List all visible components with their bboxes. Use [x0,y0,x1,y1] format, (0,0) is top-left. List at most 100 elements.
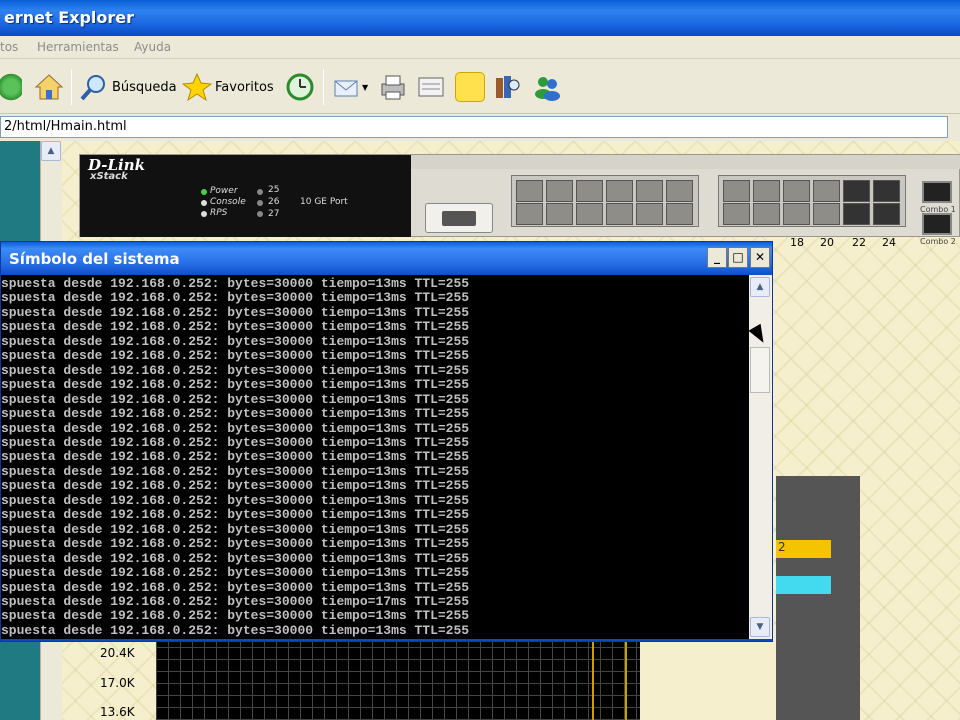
y-tick-label: 13.6K [100,705,135,719]
combo-port-2[interactable] [922,213,952,235]
chevron-down-icon: ▼ [362,82,369,92]
edit-icon [416,72,446,102]
refresh-icon [0,72,22,102]
refresh-button[interactable] [0,67,22,107]
cmd-line: spuesta desde 192.168.0.252: bytes=30000… [1,333,470,349]
port[interactable] [813,180,840,202]
scroll-thumb[interactable] [750,347,770,393]
mail-button[interactable]: ▼ [332,67,368,107]
menu-item-ayuda[interactable]: Ayuda [134,40,171,54]
cmd-line: spuesta desde 192.168.0.252: bytes=30000… [1,608,470,624]
cmd-line: spuesta desde 192.168.0.252: bytes=30000… [1,377,470,393]
cmd-line: spuesta desde 192.168.0.252: bytes=30000… [1,463,470,479]
port-group-1 [511,175,699,227]
star-icon [181,72,213,102]
console-port[interactable] [425,203,493,233]
cmd-output[interactable]: spuesta desde 192.168.0.252: bytes=30000… [1,275,749,639]
note-icon [455,72,485,102]
cmd-line: spuesta desde 192.168.0.252: bytes=30000… [1,478,470,494]
cmd-line: spuesta desde 192.168.0.252: bytes=30000… [1,348,470,364]
ie-title: ernet Explorer [4,8,135,27]
cmd-line: spuesta desde 192.168.0.252: bytes=30000… [1,622,470,638]
toolbar: Búsqueda Favoritos ▼ [0,59,960,114]
minimize-button[interactable]: _ [707,247,727,268]
cmd-line: spuesta desde 192.168.0.252: bytes=30000… [1,304,470,320]
graph-side-area [640,641,776,720]
port[interactable] [843,180,870,202]
port-group-2 [718,175,906,227]
address-bar: 2/html/Hmain.html [0,114,960,140]
port[interactable] [813,203,840,225]
cmd-line: spuesta desde 192.168.0.252: bytes=30000… [1,391,470,407]
port[interactable] [516,180,543,202]
port[interactable] [723,203,750,225]
port[interactable] [636,203,663,225]
discuss-button[interactable] [455,67,485,107]
port[interactable] [606,180,633,202]
cmd-line: spuesta desde 192.168.0.252: bytes=30000… [1,449,470,465]
port[interactable] [606,203,633,225]
menu-item-herramientas[interactable]: Herramientas [37,40,119,54]
cmd-line: spuesta desde 192.168.0.252: bytes=30000… [1,536,470,552]
toolbar-separator [71,69,72,105]
ie-titlebar[interactable]: ernet Explorer [0,0,960,36]
cmd-line: spuesta desde 192.168.0.252: bytes=30000… [1,579,470,595]
port[interactable] [783,180,810,202]
search-button[interactable]: Búsqueda [79,67,177,107]
port[interactable] [723,180,750,202]
favorites-button[interactable]: Favoritos [181,67,274,107]
cmd-window: Símbolo del sistema _ □ ✕ spuesta desde … [0,241,773,642]
ge-port-label: 10 GE Port [300,197,348,207]
port[interactable] [636,180,663,202]
traffic-graph [156,641,640,720]
desktop: ernet Explorer tos Herramientas Ayuda Bú… [0,0,960,720]
port-number-20: 20 [820,236,834,249]
graph-line [592,641,594,720]
cmd-titlebar[interactable]: Símbolo del sistema _ □ ✕ [1,242,772,275]
port[interactable] [546,203,573,225]
cmd-line: spuesta desde 192.168.0.252: bytes=30000… [1,492,470,508]
rps-led-icon [201,211,207,217]
port[interactable] [576,203,603,225]
port[interactable] [666,180,693,202]
edit-button[interactable] [416,67,446,107]
history-button[interactable] [285,67,315,107]
cmd-title: Símbolo del sistema [9,250,180,268]
monitor-panel [776,476,860,720]
port[interactable] [576,180,603,202]
research-button[interactable] [492,67,522,107]
cmd-line: spuesta desde 192.168.0.252: bytes=30000… [1,319,470,335]
scroll-down-icon[interactable]: ▼ [750,617,770,637]
port[interactable] [666,203,693,225]
menu-item-tools[interactable]: tos [0,40,18,54]
cmd-line: spuesta desde 192.168.0.252: bytes=30000… [1,521,470,537]
port[interactable] [843,203,870,225]
port[interactable] [753,203,780,225]
port[interactable] [873,180,900,202]
port-id-27: 27 [268,209,280,219]
port-led-icon [257,211,263,217]
cmd-line: spuesta desde 192.168.0.252: bytes=30000… [1,550,470,566]
home-icon [34,72,64,102]
port[interactable] [546,180,573,202]
menu-bar: tos Herramientas Ayuda [0,36,960,59]
search-label: Búsqueda [112,79,177,95]
port[interactable] [783,203,810,225]
combo-port-1[interactable] [922,181,952,203]
cmd-line: spuesta desde 192.168.0.252: bytes=30000… [1,434,470,450]
print-button[interactable] [378,67,408,107]
port[interactable] [753,180,780,202]
scroll-up-icon[interactable]: ▲ [750,277,770,297]
maximize-button[interactable]: □ [728,247,748,268]
port[interactable] [516,203,543,225]
print-icon [378,72,408,102]
cmd-line: spuesta desde 192.168.0.252: bytes=30000… [1,276,470,291]
led-label-rps: RPS [210,208,228,218]
scroll-up-icon[interactable]: ▲ [41,141,61,161]
status-bar-cyan [776,576,831,594]
home-button[interactable] [34,67,64,107]
close-button[interactable]: ✕ [750,247,770,268]
messenger-button[interactable] [532,67,562,107]
address-input[interactable]: 2/html/Hmain.html [0,116,948,138]
port[interactable] [873,203,900,225]
